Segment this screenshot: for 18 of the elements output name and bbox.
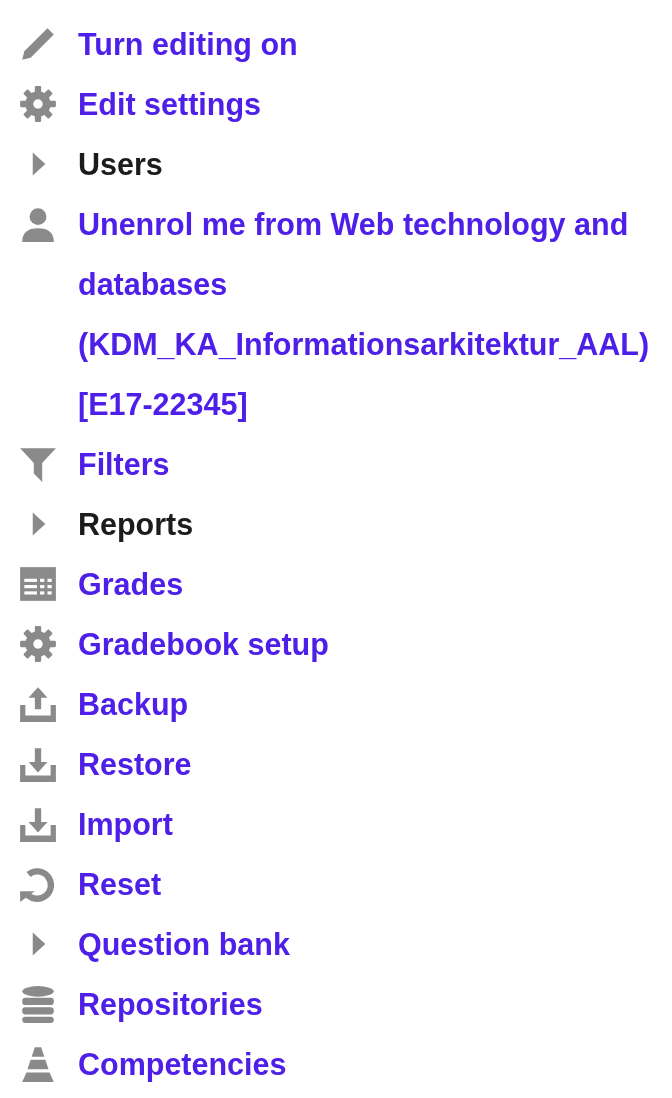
menu-link[interactable]: Gradebook setup (78, 614, 329, 674)
menu-link[interactable]: Question bank (78, 914, 290, 974)
menu-link[interactable]: Filters (78, 434, 170, 494)
menu-link[interactable]: Backup (78, 674, 189, 734)
menu-link[interactable]: Reset (78, 854, 162, 914)
menu-link[interactable]: Unenrol me from Web technology and databases (KDM_KA_Informationsarkitektur_AAL) [E17-22345] (78, 194, 672, 434)
menu-item[interactable]: Reports (78, 494, 194, 554)
gear-icon (18, 84, 58, 124)
menu-link[interactable]: Restore (78, 734, 192, 794)
menu-link[interactable]: Repositories (78, 974, 263, 1034)
menu-link[interactable]: Competencies (78, 1034, 287, 1094)
menu-link[interactable]: Import (78, 794, 173, 854)
menu-link[interactable]: Grades (78, 554, 184, 614)
menu-link[interactable]: Edit settings (78, 74, 262, 134)
menu-link[interactable]: Turn editing on (78, 14, 298, 74)
menu-item[interactable]: Users (78, 134, 163, 194)
gear-icon (18, 624, 58, 664)
table-icon (18, 564, 58, 604)
